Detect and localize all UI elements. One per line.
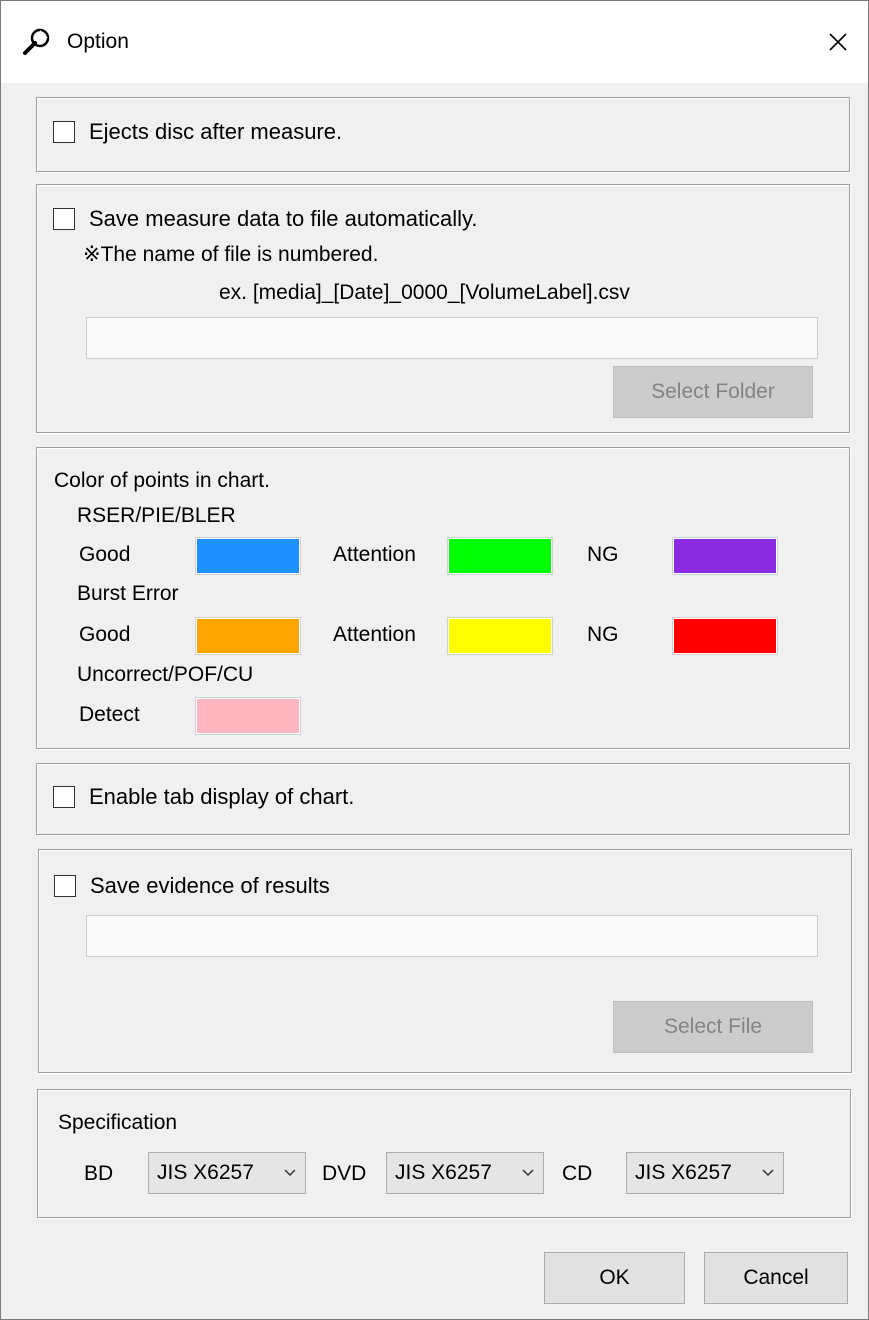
dvd-spec-value: JIS X6257: [395, 1161, 492, 1184]
tab-display-checkbox[interactable]: [53, 786, 75, 808]
select-folder-button[interactable]: Select Folder: [613, 366, 813, 418]
colors-heading: Color of points in chart.: [54, 469, 270, 492]
cd-spec-select[interactable]: JIS X6257: [626, 1152, 784, 1194]
specification-group: Specification BD JIS X6257 DVD JIS X6257…: [37, 1089, 851, 1218]
burst-attention-label: Attention: [333, 623, 416, 646]
burst-good-label: Good: [79, 623, 131, 646]
evidence-file-path-field[interactable]: [86, 915, 818, 957]
autosave-example: ex. [media]_[Date]_0000_[VolumeLabel].cs…: [219, 281, 630, 304]
evidence-label[interactable]: Save evidence of results: [90, 873, 330, 899]
eject-label[interactable]: Ejects disc after measure.: [89, 119, 342, 145]
uncorrect-label: Uncorrect/POF/CU: [77, 663, 254, 686]
option-dialog: Option Ejects disc after measure. Save m…: [0, 0, 869, 1320]
eject-checkbox[interactable]: [53, 121, 75, 143]
bd-label: BD: [84, 1162, 114, 1185]
tab-display-label[interactable]: Enable tab display of chart.: [89, 784, 354, 810]
dvd-label: DVD: [322, 1162, 367, 1185]
rser-ng-swatch[interactable]: [673, 538, 777, 574]
rser-attention-label: Attention: [333, 543, 416, 566]
wrench-icon: [23, 28, 50, 55]
burst-ng-label: NG: [587, 623, 619, 646]
chevron-down-icon: [522, 1169, 534, 1177]
specification-heading: Specification: [58, 1111, 178, 1134]
autosave-group: Save measure data to file automatically.…: [36, 184, 850, 433]
chevron-down-icon: [284, 1169, 296, 1177]
dvd-spec-select[interactable]: JIS X6257: [386, 1152, 544, 1194]
select-file-button[interactable]: Select File: [613, 1001, 813, 1053]
rser-good-swatch[interactable]: [196, 538, 300, 574]
bd-spec-select[interactable]: JIS X6257: [148, 1152, 306, 1194]
autosave-note: ※The name of file is numbered.: [83, 243, 379, 266]
ok-button[interactable]: OK: [544, 1252, 685, 1304]
burst-ng-swatch[interactable]: [673, 618, 777, 654]
eject-group: Ejects disc after measure.: [36, 97, 850, 172]
autosave-label[interactable]: Save measure data to file automatically.: [89, 206, 477, 232]
rser-label: RSER/PIE/BLER: [77, 504, 236, 527]
close-button[interactable]: [808, 1, 868, 83]
rser-good-label: Good: [79, 543, 131, 566]
uncorrect-detect-label: Detect: [79, 703, 140, 726]
tab-display-group: Enable tab display of chart.: [36, 763, 850, 835]
bd-spec-value: JIS X6257: [157, 1161, 254, 1184]
burst-label: Burst Error: [77, 582, 179, 605]
close-icon: [829, 33, 847, 51]
burst-good-swatch[interactable]: [196, 618, 300, 654]
autosave-folder-path-field[interactable]: [86, 317, 818, 359]
rser-attention-swatch[interactable]: [448, 538, 552, 574]
autosave-checkbox[interactable]: [53, 208, 75, 230]
title-bar: Option: [1, 1, 868, 83]
burst-attention-swatch[interactable]: [448, 618, 552, 654]
evidence-group: Save evidence of results Select File: [38, 849, 852, 1073]
cd-spec-value: JIS X6257: [635, 1161, 732, 1184]
evidence-checkbox[interactable]: [54, 875, 76, 897]
colors-group: Color of points in chart. RSER/PIE/BLER …: [36, 447, 850, 749]
chevron-down-icon: [762, 1169, 774, 1177]
window-title: Option: [67, 30, 129, 53]
cancel-button[interactable]: Cancel: [704, 1252, 848, 1304]
uncorrect-detect-swatch[interactable]: [196, 698, 300, 734]
rser-ng-label: NG: [587, 543, 619, 566]
cd-label: CD: [562, 1162, 593, 1185]
